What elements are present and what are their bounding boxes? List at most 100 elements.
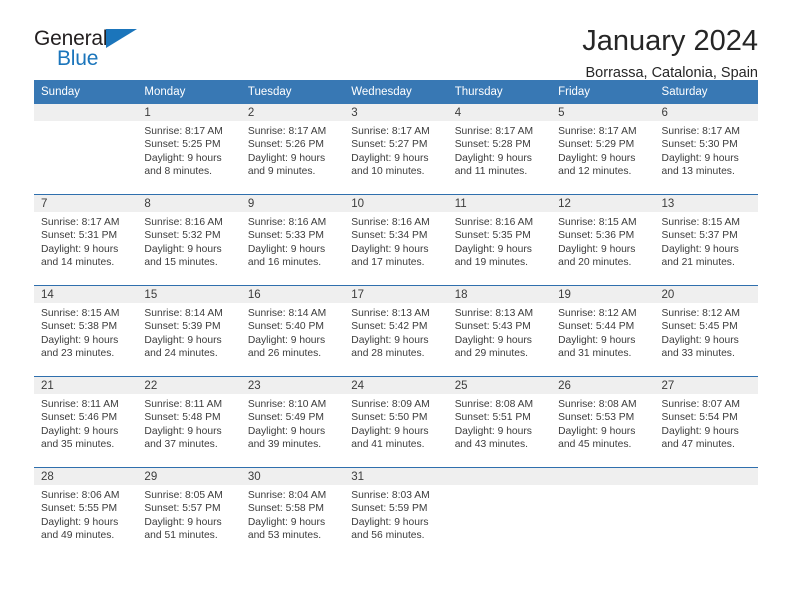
day-number: 8 bbox=[137, 195, 241, 212]
day-cell-inner: 21 Sunrise: 8:11 AM Sunset: 5:46 PM Dayligh… bbox=[34, 377, 138, 467]
sun-info-line: Sunrise: 8:17 AM bbox=[41, 217, 120, 228]
day-number: 9 bbox=[240, 195, 345, 212]
sun-info-line: Daylight: 9 hours bbox=[351, 243, 429, 255]
calendar-day-cell[interactable]: 21 Sunrise: 8:11 AM Sunset: 5:46 PM Dayligh… bbox=[34, 376, 138, 468]
page-header: General Blue January 2024 Borrassa, Cata… bbox=[34, 0, 758, 82]
sun-info-line: Sunset: 5:40 PM bbox=[247, 321, 324, 333]
calendar-day-cell[interactable]: 17 Sunrise: 8:13 AM Sunset: 5:42 PM Dayligh… bbox=[344, 285, 448, 377]
calendar-day-cell[interactable]: 14 Sunrise: 8:15 AM Sunset: 5:38 PM Dayligh… bbox=[34, 285, 138, 377]
calendar-day-cell[interactable]: 23 Sunrise: 8:10 AM Sunset: 5:49 PM Dayligh… bbox=[240, 376, 345, 468]
sun-info-line: and 14 minutes. bbox=[41, 257, 115, 269]
calendar-cell-empty bbox=[447, 467, 552, 558]
day-cell-inner: 26 Sunrise: 8:08 AM Sunset: 5:53 PM Dayligh… bbox=[551, 377, 655, 467]
calendar-day-cell[interactable]: 31 Sunrise: 8:03 AM Sunset: 5:59 PM Dayligh… bbox=[344, 467, 448, 558]
sun-info-line: and 13 minutes. bbox=[661, 166, 735, 178]
sun-info-line: and 45 minutes. bbox=[558, 439, 632, 451]
sun-info-line: Daylight: 9 hours bbox=[144, 425, 222, 437]
sun-info-line: and 53 minutes. bbox=[247, 530, 322, 542]
day-number: 7 bbox=[34, 195, 138, 212]
sun-info-line: and 56 minutes. bbox=[351, 530, 425, 542]
calendar-day-cell[interactable]: 15 Sunrise: 8:14 AM Sunset: 5:39 PM Dayligh… bbox=[137, 285, 241, 377]
calendar-day-cell[interactable]: 25 Sunrise: 8:08 AM Sunset: 5:51 PM Dayligh… bbox=[447, 376, 552, 468]
sun-info-line: Daylight: 9 hours bbox=[558, 425, 636, 437]
day-number: 23 bbox=[240, 377, 345, 394]
sun-info-line: and 28 minutes. bbox=[351, 348, 425, 360]
sun-info-line: Sunset: 5:58 PM bbox=[247, 503, 324, 515]
sun-info-line: Daylight: 9 hours bbox=[144, 334, 222, 346]
calendar-body: 1 Sunrise: 8:17 AM Sunset: 5:25 PM Daylight… bbox=[34, 104, 758, 558]
day-number: 25 bbox=[447, 377, 552, 394]
calendar-day-cell[interactable]: 29 Sunrise: 8:05 AM Sunset: 5:57 PM Dayligh… bbox=[137, 467, 241, 558]
calendar-day-cell[interactable]: 28 Sunrise: 8:06 AM Sunset: 5:55 PM Dayligh… bbox=[34, 467, 138, 558]
day-cell-inner: 25 Sunrise: 8:08 AM Sunset: 5:51 PM Dayligh… bbox=[447, 377, 552, 467]
sun-info-line: Sunrise: 8:11 AM bbox=[144, 399, 223, 410]
sun-info-line: Daylight: 9 hours bbox=[351, 152, 429, 164]
calendar-day-cell[interactable]: 8 Sunrise: 8:16 AM Sunset: 5:32 PM Daylight… bbox=[137, 194, 241, 286]
calendar-day-cell[interactable]: 4 Sunrise: 8:17 AM Sunset: 5:28 PM Daylight… bbox=[447, 104, 552, 195]
calendar-day-cell[interactable]: 5 Sunrise: 8:17 AM Sunset: 5:29 PM Daylight… bbox=[551, 104, 655, 195]
day-number: 27 bbox=[654, 377, 758, 394]
calendar-day-cell[interactable]: 2 Sunrise: 8:17 AM Sunset: 5:26 PM Daylight… bbox=[240, 104, 345, 195]
day-number: 21 bbox=[34, 377, 138, 394]
sun-info-line: Sunrise: 8:15 AM bbox=[41, 308, 120, 319]
sun-info-line: Sunset: 5:45 PM bbox=[661, 321, 738, 333]
brand-name-general: General bbox=[34, 27, 108, 50]
sun-info-line: and 17 minutes. bbox=[351, 257, 425, 269]
day-number: 10 bbox=[344, 195, 448, 212]
calendar-cell-empty bbox=[551, 467, 655, 558]
calendar-day-cell[interactable]: 30 Sunrise: 8:04 AM Sunset: 5:58 PM Dayligh… bbox=[240, 467, 345, 558]
day-cell-inner bbox=[447, 468, 552, 558]
calendar-day-cell[interactable]: 27 Sunrise: 8:07 AM Sunset: 5:54 PM Dayligh… bbox=[654, 376, 758, 468]
sun-info-line: Daylight: 9 hours bbox=[41, 425, 119, 437]
calendar-day-cell[interactable]: 6 Sunrise: 8:17 AM Sunset: 5:30 PM Daylight… bbox=[654, 104, 758, 195]
day-cell-inner: 9 Sunrise: 8:16 AM Sunset: 5:33 PM Daylight… bbox=[240, 195, 345, 285]
calendar-day-cell[interactable]: 26 Sunrise: 8:08 AM Sunset: 5:53 PM Dayligh… bbox=[551, 376, 655, 468]
calendar-day-cell[interactable]: 9 Sunrise: 8:16 AM Sunset: 5:33 PM Daylight… bbox=[240, 194, 345, 286]
sun-info: Sunrise: 8:14 AM Sunset: 5:40 PM Daylight:… bbox=[241, 303, 344, 361]
sun-info-line: Sunrise: 8:16 AM bbox=[351, 217, 430, 228]
day-number: 14 bbox=[34, 286, 138, 303]
calendar-day-cell[interactable]: 11 Sunrise: 8:16 AM Sunset: 5:35 PM Dayligh… bbox=[447, 194, 552, 286]
sun-info-line: Sunset: 5:34 PM bbox=[351, 230, 428, 242]
sun-info-line: Sunrise: 8:12 AM bbox=[558, 308, 637, 319]
calendar-day-cell[interactable]: 16 Sunrise: 8:14 AM Sunset: 5:40 PM Dayligh… bbox=[240, 285, 345, 377]
calendar-week-row: 21 Sunrise: 8:11 AM Sunset: 5:46 PM Dayligh… bbox=[34, 376, 758, 468]
day-cell-inner: 1 Sunrise: 8:17 AM Sunset: 5:25 PM Daylight… bbox=[137, 104, 241, 194]
calendar-week-row: 28 Sunrise: 8:06 AM Sunset: 5:55 PM Dayligh… bbox=[34, 467, 758, 558]
calendar-day-cell[interactable]: 12 Sunrise: 8:15 AM Sunset: 5:36 PM Dayligh… bbox=[551, 194, 655, 286]
sun-info-line: Daylight: 9 hours bbox=[558, 334, 636, 346]
day-cell-inner: 28 Sunrise: 8:06 AM Sunset: 5:55 PM Dayligh… bbox=[34, 468, 138, 558]
sun-info-line: and 15 minutes. bbox=[144, 257, 218, 269]
calendar-day-cell[interactable]: 20 Sunrise: 8:12 AM Sunset: 5:45 PM Dayligh… bbox=[654, 285, 758, 377]
sun-info-line: Sunset: 5:30 PM bbox=[661, 139, 738, 151]
calendar-day-cell[interactable]: 3 Sunrise: 8:17 AM Sunset: 5:27 PM Daylight… bbox=[344, 104, 448, 195]
weekday-header-thursday: Thursday bbox=[447, 80, 552, 104]
weekday-header-friday: Friday bbox=[551, 80, 655, 104]
sun-info: Sunrise: 8:12 AM Sunset: 5:45 PM Daylight:… bbox=[655, 303, 758, 361]
calendar-day-cell[interactable]: 24 Sunrise: 8:09 AM Sunset: 5:50 PM Dayligh… bbox=[344, 376, 448, 468]
calendar-day-cell[interactable]: 7 Sunrise: 8:17 AM Sunset: 5:31 PM Daylight… bbox=[34, 194, 138, 286]
sun-info: Sunrise: 8:13 AM Sunset: 5:43 PM Daylight:… bbox=[448, 303, 551, 361]
day-cell-inner: 10 Sunrise: 8:16 AM Sunset: 5:34 PM Dayligh… bbox=[344, 195, 448, 285]
sun-info-line: Sunrise: 8:16 AM bbox=[247, 217, 327, 228]
sun-info: Sunrise: 8:16 AM Sunset: 5:33 PM Daylight:… bbox=[241, 212, 344, 270]
calendar-day-cell[interactable]: 19 Sunrise: 8:12 AM Sunset: 5:44 PM Dayligh… bbox=[551, 285, 655, 377]
calendar-day-cell[interactable]: 1 Sunrise: 8:17 AM Sunset: 5:25 PM Daylight… bbox=[137, 104, 241, 195]
brand-logo[interactable]: General Blue bbox=[34, 26, 154, 74]
calendar-day-cell[interactable]: 13 Sunrise: 8:15 AM Sunset: 5:37 PM Dayligh… bbox=[654, 194, 758, 286]
calendar-day-cell[interactable]: 22 Sunrise: 8:11 AM Sunset: 5:48 PM Dayligh… bbox=[137, 376, 241, 468]
day-number: 18 bbox=[447, 286, 552, 303]
sun-info-line: Sunrise: 8:17 AM bbox=[351, 126, 430, 137]
sun-info-line: Sunrise: 8:10 AM bbox=[247, 399, 327, 410]
sun-info-line: Sunset: 5:25 PM bbox=[144, 139, 221, 151]
sun-info: Sunrise: 8:17 AM Sunset: 5:29 PM Daylight:… bbox=[551, 121, 654, 179]
sun-info-line: and 41 minutes. bbox=[351, 439, 425, 451]
sun-info: Sunrise: 8:11 AM Sunset: 5:46 PM Daylight:… bbox=[34, 394, 137, 452]
day-number bbox=[447, 468, 552, 485]
day-number: 3 bbox=[344, 104, 448, 121]
calendar-table: Sunday Monday Tuesday Wednesday Thursday… bbox=[34, 80, 758, 558]
calendar-day-cell[interactable]: 18 Sunrise: 8:13 AM Sunset: 5:43 PM Dayligh… bbox=[447, 285, 552, 377]
calendar-day-cell[interactable]: 10 Sunrise: 8:16 AM Sunset: 5:34 PM Dayligh… bbox=[344, 194, 448, 286]
sun-info-line: Sunrise: 8:17 AM bbox=[144, 126, 223, 137]
calendar-week-row: 7 Sunrise: 8:17 AM Sunset: 5:31 PM Daylight… bbox=[34, 194, 758, 286]
